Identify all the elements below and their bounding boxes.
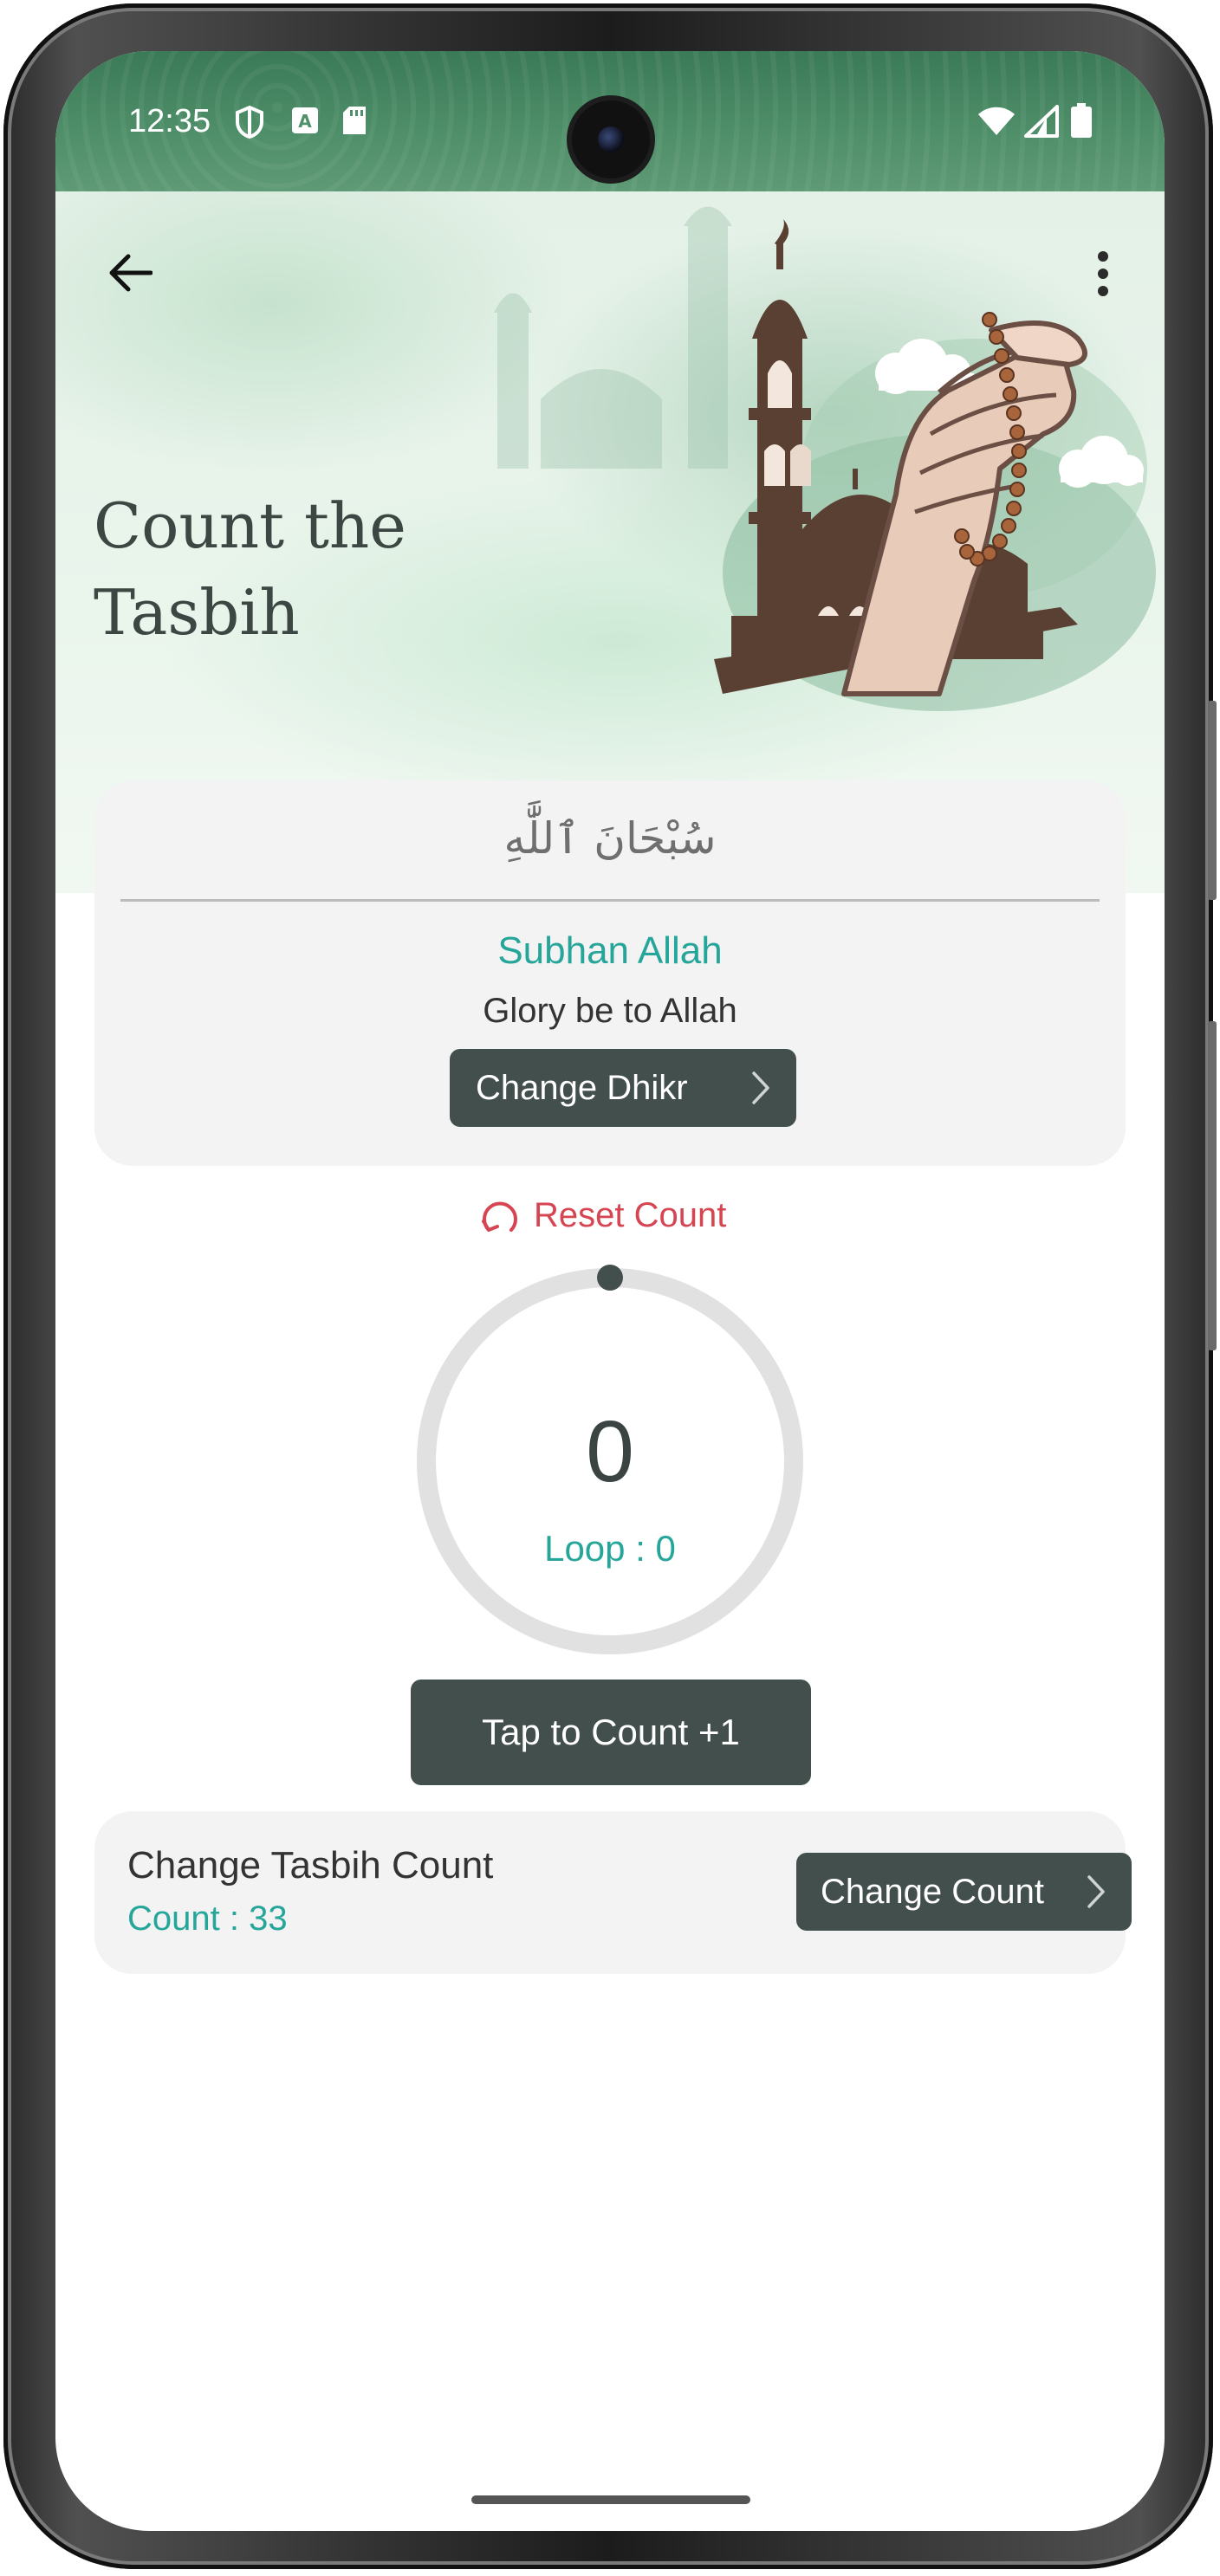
volume-button [1208, 1021, 1217, 1350]
tasbih-count-title: Change Tasbih Count [127, 1844, 494, 1887]
phone-frame: 12:35 A Count the Tasbih سُبْحَانَ ٱللَّ… [3, 3, 1217, 2569]
status-time: 12:35 [128, 103, 211, 139]
change-dhikr-label: Change Dhikr [476, 1068, 688, 1107]
loop-count: Loop : 0 [544, 1528, 676, 1569]
page-title: Count the Tasbih [94, 489, 406, 649]
count-value: 0 [586, 1403, 634, 1500]
dhikr-card: سُبْحَانَ ٱللَّٰهِ Subhan Allah Glory be… [94, 780, 1126, 1166]
front-camera [572, 100, 650, 178]
chevron-right-icon [752, 1071, 769, 1104]
tasbih-count-value: Count : 33 [127, 1900, 288, 1938]
power-button [1208, 701, 1217, 900]
dhikr-transliteration: Subhan Allah [497, 929, 723, 972]
signal-icon [1024, 105, 1059, 138]
change-count-label: Change Count [821, 1872, 1044, 1911]
wifi-icon [978, 107, 1015, 135]
shield-icon [236, 105, 263, 139]
progress-indicator-dot [597, 1265, 623, 1291]
tap-to-count-label: Tap to Count +1 [482, 1712, 740, 1752]
change-dhikr-button[interactable]: Change Dhikr [450, 1049, 796, 1127]
chevron-right-icon [1087, 1875, 1105, 1908]
status-bar: 12:35 A [55, 51, 1165, 191]
sd-card-icon [343, 107, 366, 134]
home-indicator[interactable] [471, 2495, 750, 2504]
reset-count-button[interactable]: Reset Count [478, 1189, 726, 1241]
battery-icon [1071, 103, 1092, 138]
reset-icon [482, 1201, 517, 1232]
tasbih-count-card: Change Tasbih Count Count : 33 Change Co… [94, 1811, 1132, 1974]
screen: 12:35 A Count the Tasbih سُبْحَانَ ٱللَّ… [55, 51, 1165, 2531]
dhikr-divider [120, 899, 1100, 902]
arrow-left-icon [109, 254, 152, 292]
dhikr-arabic-text: سُبْحَانَ ٱللَّٰهِ [503, 813, 717, 864]
change-count-button[interactable]: Change Count [796, 1853, 1132, 1931]
mosque-tasbih-illustration [714, 219, 1156, 711]
svg-text:A: A [298, 111, 312, 132]
keyboard-a-icon: A [292, 107, 318, 133]
tap-to-count-button[interactable]: Tap to Count +1 [411, 1680, 811, 1785]
dhikr-translation: Glory be to Allah [483, 992, 737, 1030]
reset-count-label: Reset Count [534, 1195, 727, 1234]
back-button[interactable] [99, 242, 161, 304]
